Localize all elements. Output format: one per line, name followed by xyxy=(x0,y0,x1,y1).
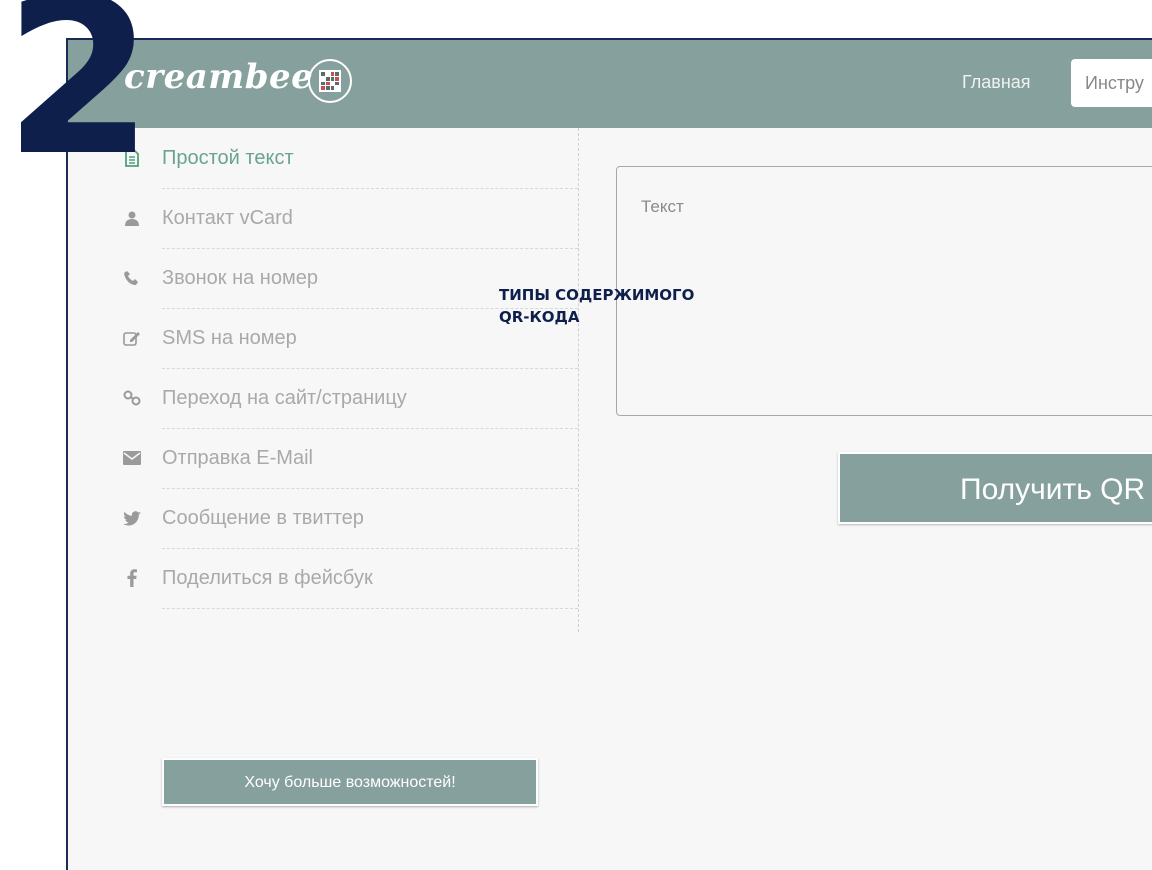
sidebar-item-label: Сообщение в твиттер xyxy=(162,488,578,549)
user-icon xyxy=(122,208,142,228)
edit-icon xyxy=(122,328,142,348)
twitter-icon xyxy=(122,508,142,528)
sidebar-item-email[interactable]: Отправка E-Mail xyxy=(108,428,578,489)
sidebar-item-label: Контакт vCard xyxy=(162,188,578,249)
sidebar-item-vcard[interactable]: Контакт vCard xyxy=(108,188,578,249)
step-number: 2 xyxy=(4,0,154,203)
text-input[interactable]: Текст xyxy=(616,166,1152,416)
browser-frame: creambee Главная Инстру Простой текст Ко… xyxy=(66,38,1152,870)
sidebar-item-label: Поделиться в фейсбук xyxy=(162,548,578,609)
sidebar-item-plain-text[interactable]: Простой текст xyxy=(108,128,578,189)
sidebar-item-label: Отправка E-Mail xyxy=(162,428,578,489)
sidebar-item-facebook[interactable]: Поделиться в фейсбук xyxy=(108,548,578,609)
sidebar-item-label: Переход на сайт/страницу xyxy=(162,368,578,429)
brand-logo[interactable]: creambee xyxy=(124,57,313,97)
get-qr-button[interactable]: Получить QR xyxy=(838,452,1152,524)
sidebar-item-link[interactable]: Переход на сайт/страницу xyxy=(108,368,578,429)
annotation-callout: ТИПЫ СОДЕРЖИМОГО QR-КОДА xyxy=(499,284,694,328)
navbar: creambee Главная Инстру xyxy=(68,40,1152,128)
facebook-icon xyxy=(122,568,142,588)
qr-code-icon xyxy=(308,59,352,103)
link-icon xyxy=(122,388,142,408)
sidebar-item-label: Простой текст xyxy=(162,128,578,189)
annotation-line-2: QR-КОДА xyxy=(499,308,580,326)
more-features-button[interactable]: Хочу больше возможностей! xyxy=(162,758,538,806)
nav-tools-link[interactable]: Инстру xyxy=(1071,59,1152,107)
text-placeholder: Текст xyxy=(641,197,684,216)
annotation-line-1: ТИПЫ СОДЕРЖИМОГО xyxy=(499,286,695,304)
content-type-sidebar: Простой текст Контакт vCard Звонок на но… xyxy=(108,128,579,632)
phone-icon xyxy=(122,268,142,288)
nav-home-link[interactable]: Главная xyxy=(962,72,1031,93)
sidebar-item-twitter[interactable]: Сообщение в твиттер xyxy=(108,488,578,549)
envelope-icon xyxy=(122,448,142,468)
